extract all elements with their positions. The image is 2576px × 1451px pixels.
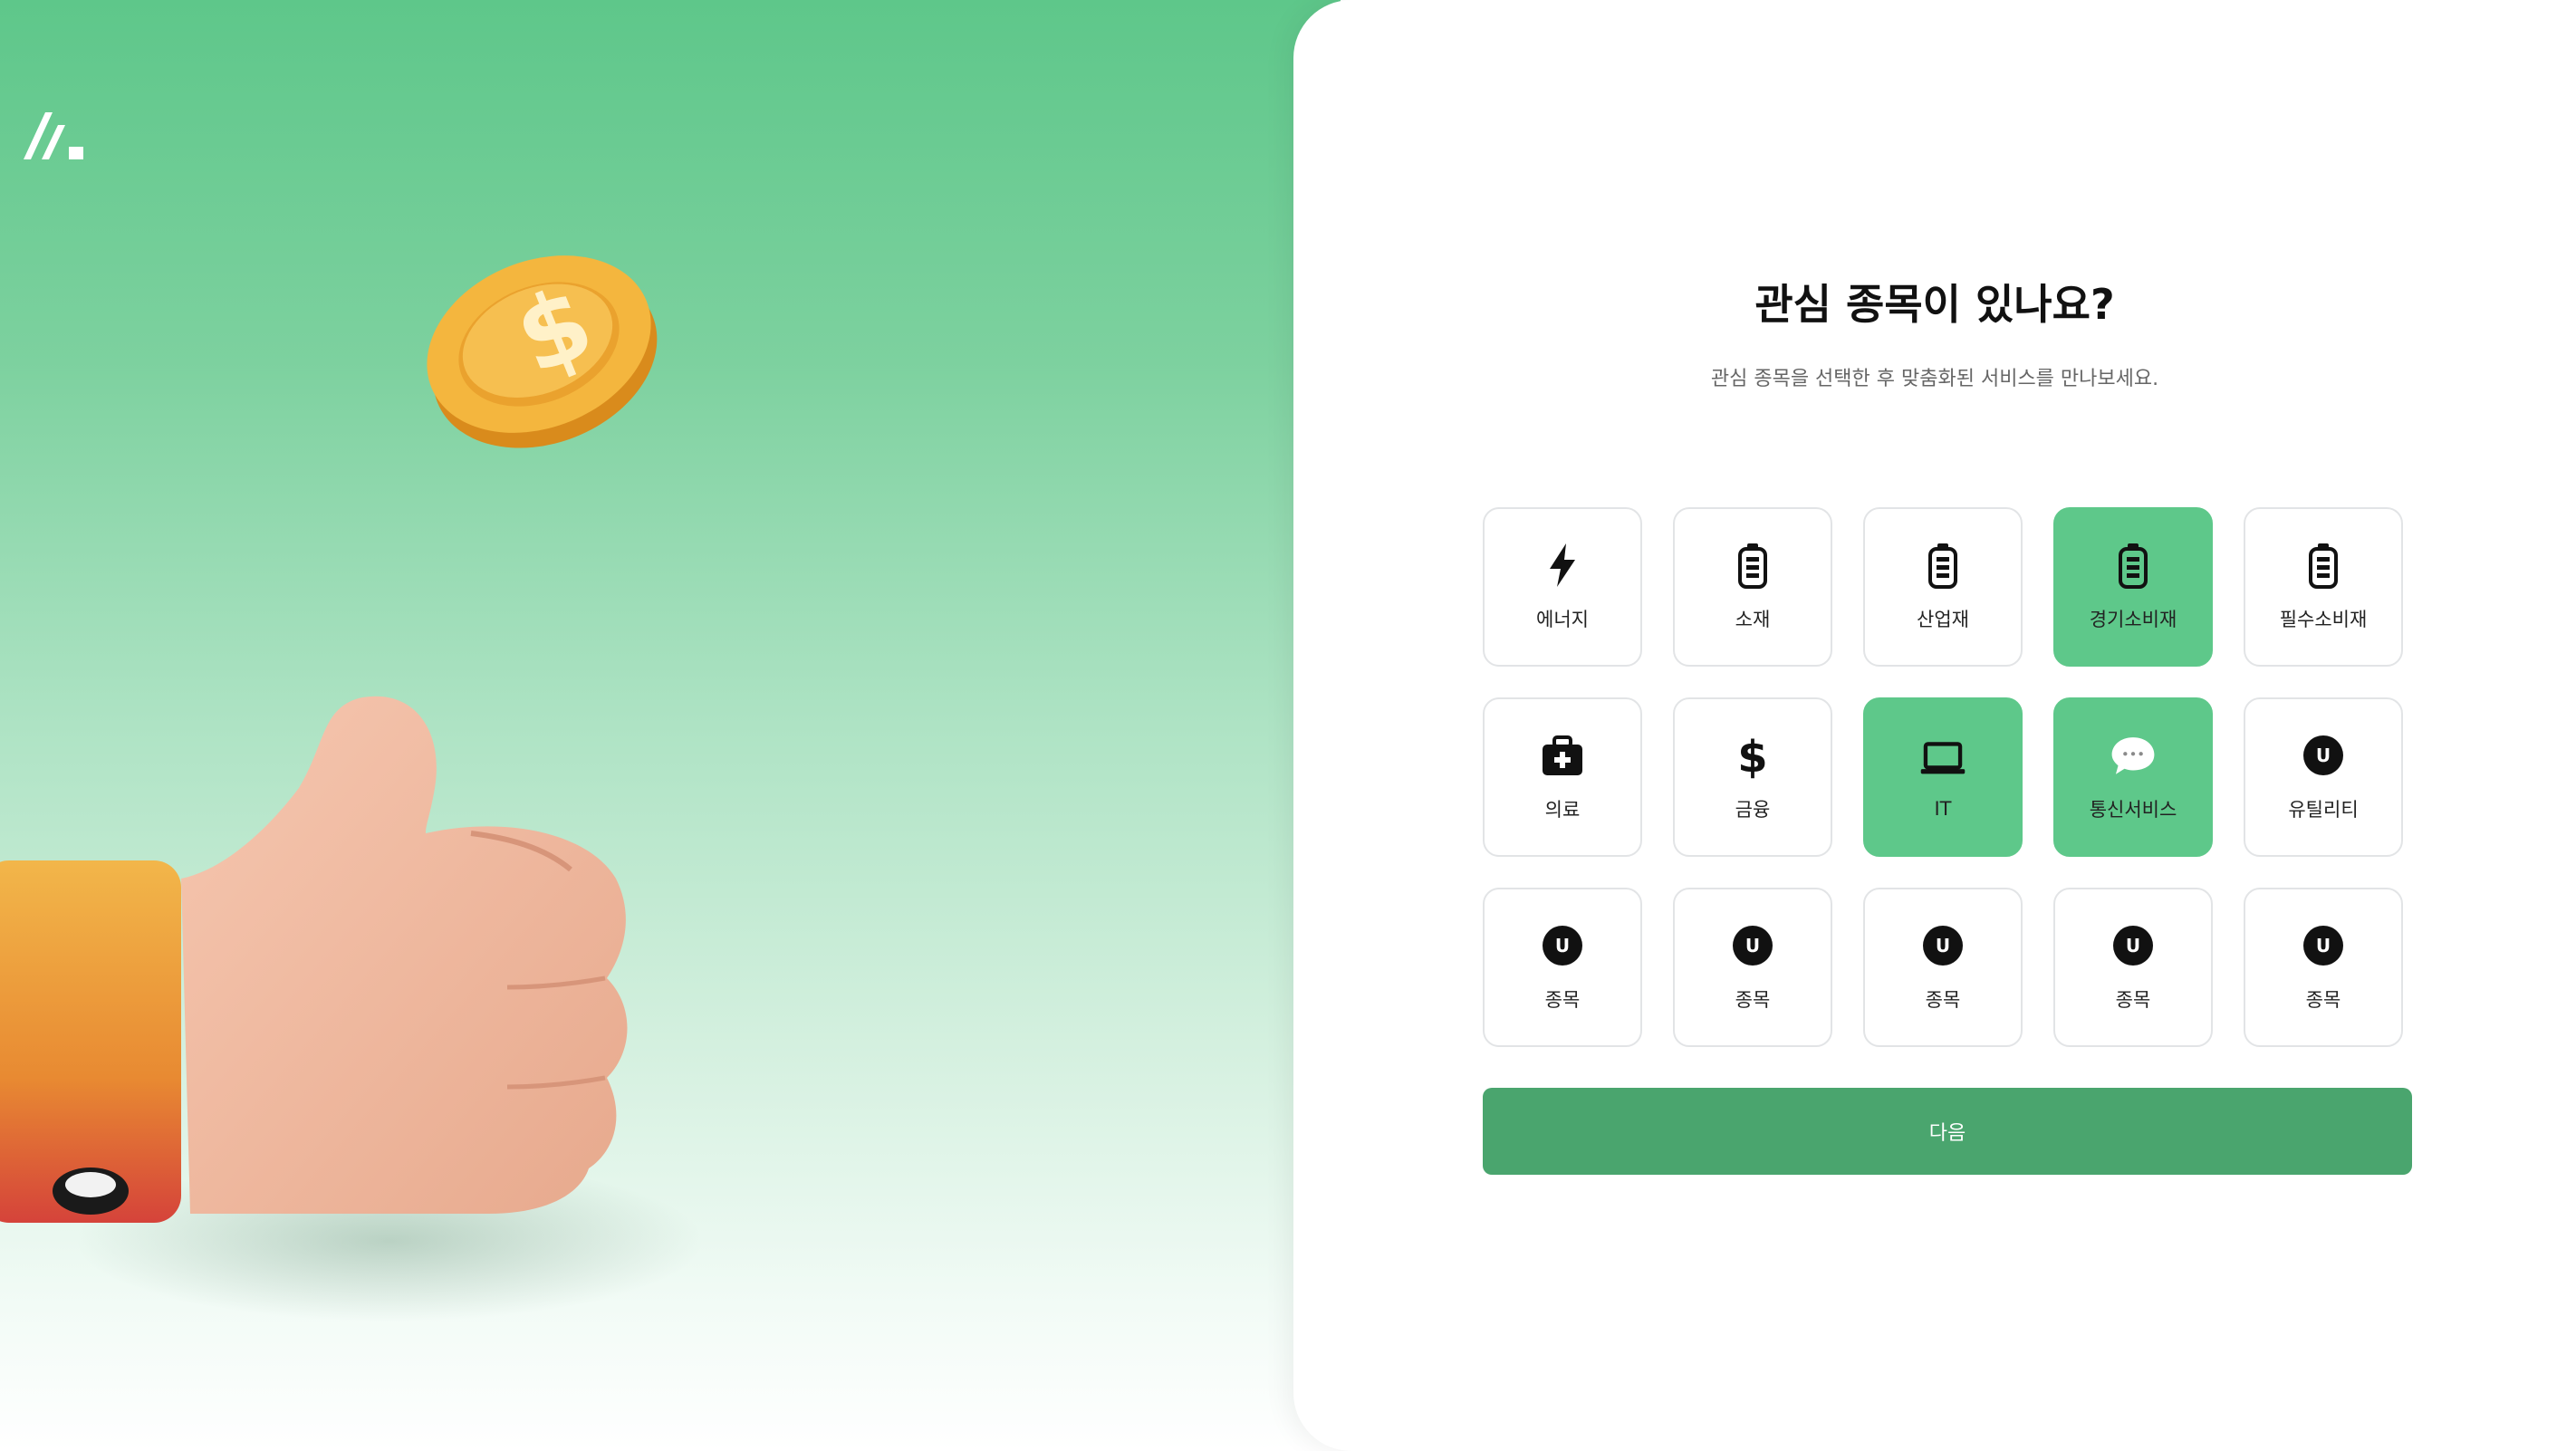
u-badge-icon: U [1729, 922, 1776, 969]
category-label: 필수소비재 [2279, 609, 2368, 630]
u-badge-icon: U [2110, 922, 2157, 969]
laptop-icon [1919, 735, 1966, 782]
medical-kit-icon [1539, 732, 1586, 779]
battery-icon [2110, 542, 2157, 589]
category-label: 금융 [1735, 799, 1771, 821]
category-label: 경기소비재 [2089, 609, 2177, 630]
u-badge-letter: U [1543, 926, 1582, 966]
category-label: 종목 [2305, 989, 2341, 1011]
u-badge-letter: U [1923, 926, 1963, 966]
next-button[interactable]: 다음 [1483, 1088, 2412, 1175]
svg-text:$: $ [1737, 732, 1767, 779]
lightning-icon [1539, 542, 1586, 589]
u-badge-icon: U [2300, 732, 2347, 779]
category-label: 소재 [1735, 609, 1771, 630]
category-label: 에너지 [1536, 609, 1589, 630]
page-title: 관심 종목이 있나요? [1754, 280, 2115, 329]
category-card[interactable]: 경기소비재 [2053, 507, 2213, 667]
category-card[interactable]: 소재 [1673, 507, 1832, 667]
u-badge-letter: U [2303, 735, 2343, 775]
dollar-icon: $ [1729, 732, 1776, 779]
u-badge-icon: U [2300, 922, 2347, 969]
u-badge-letter: U [2303, 926, 2343, 966]
u-badge-icon: U [1539, 922, 1586, 969]
battery-icon [1729, 542, 1776, 589]
category-label: 산업재 [1917, 609, 1969, 630]
category-card[interactable]: IT [1863, 697, 2023, 857]
battery-icon [2300, 542, 2347, 589]
category-card[interactable]: U 종목 [1483, 888, 1642, 1047]
u-badge-letter: U [2113, 926, 2153, 966]
category-label: 종목 [2115, 989, 2151, 1011]
category-label: 의료 [1544, 799, 1581, 821]
category-grid: 에너지 소재 산업재 경기소비재 필수소비재의료 $ 금융 IT 통신서비스 U 유틸리티 U 종목 U 종… [1483, 507, 2403, 1047]
illustration-panel: $ [0, 0, 1341, 1451]
category-card[interactable]: U 종목 [1673, 888, 1832, 1047]
category-label: 종목 [1735, 989, 1771, 1011]
category-card[interactable]: U 유틸리티 [2244, 697, 2403, 857]
coin-illustration: $ [427, 255, 658, 448]
category-card[interactable]: 필수소비재 [2244, 507, 2403, 667]
category-card[interactable]: 통신서비스 [2053, 697, 2213, 857]
category-card[interactable]: U 종목 [1863, 888, 2023, 1047]
brand-logo [24, 112, 83, 159]
category-card[interactable]: 에너지 [1483, 507, 1642, 667]
u-badge-icon: U [1919, 922, 1966, 969]
thumbs-up-illustration [0, 696, 628, 1223]
speech-bubble-icon [2110, 732, 2157, 779]
category-card[interactable]: U 종목 [2053, 888, 2213, 1047]
u-badge-letter: U [1733, 926, 1773, 966]
category-label: 종목 [1925, 989, 1961, 1011]
category-card[interactable]: 의료 [1483, 697, 1642, 857]
category-card[interactable]: $ 금융 [1673, 697, 1832, 857]
category-card[interactable]: 산업재 [1863, 507, 2023, 667]
page-subtitle: 관심 종목을 선택한 후 맞춤화된 서비스를 만나보세요. [1710, 368, 2159, 390]
category-label: 유틸리티 [2288, 799, 2359, 821]
category-label: IT [1934, 798, 1952, 820]
battery-icon [1919, 542, 1966, 589]
category-card[interactable]: U 종목 [2244, 888, 2403, 1047]
category-label: 종목 [1544, 989, 1581, 1011]
category-label: 통신서비스 [2089, 799, 2177, 821]
